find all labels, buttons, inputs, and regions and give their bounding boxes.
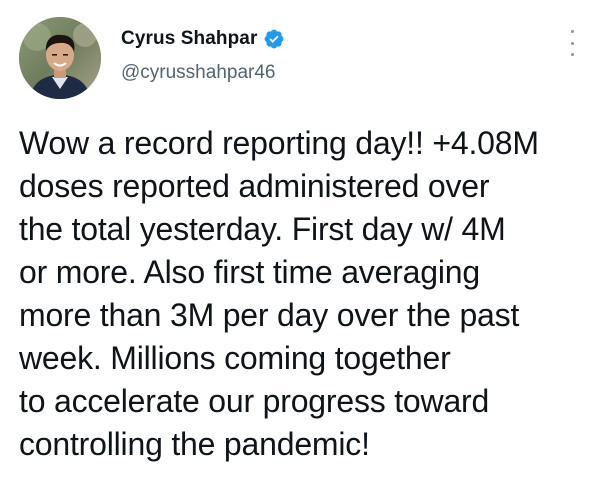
avatar-photo [19,17,101,99]
author-display-name[interactable]: Cyrus Shahpar [121,28,257,50]
verified-badge-icon [263,28,285,50]
tweet-text: Wow a record reporting day!! +4.08M dose… [19,122,589,466]
tweet-text-line: the total yesterday. First day w/ 4M [19,211,506,247]
tweet-text-line: Wow a record reporting day!! +4.08M [19,125,539,161]
tweet-text-line: week. Millions coming together [19,340,451,376]
tweet-text-line: doses reported administered over [19,168,490,204]
tweet-text-line: to accelerate our progress toward [19,383,490,419]
author-name-row: Cyrus Shahpar [121,28,285,50]
tweet-card: Cyrus Shahpar @cyrusshahpar46 Wow a reco… [0,0,600,487]
tweet-text-line: controlling the pandemic! [19,426,370,462]
avatar[interactable] [19,17,101,99]
more-vertical-icon[interactable] [562,30,582,56]
tweet-text-line: more than 3M per day over the past [19,297,520,333]
tweet-text-line: or more. Also first time averaging [19,254,480,290]
author-handle[interactable]: @cyrusshahpar46 [121,62,275,84]
